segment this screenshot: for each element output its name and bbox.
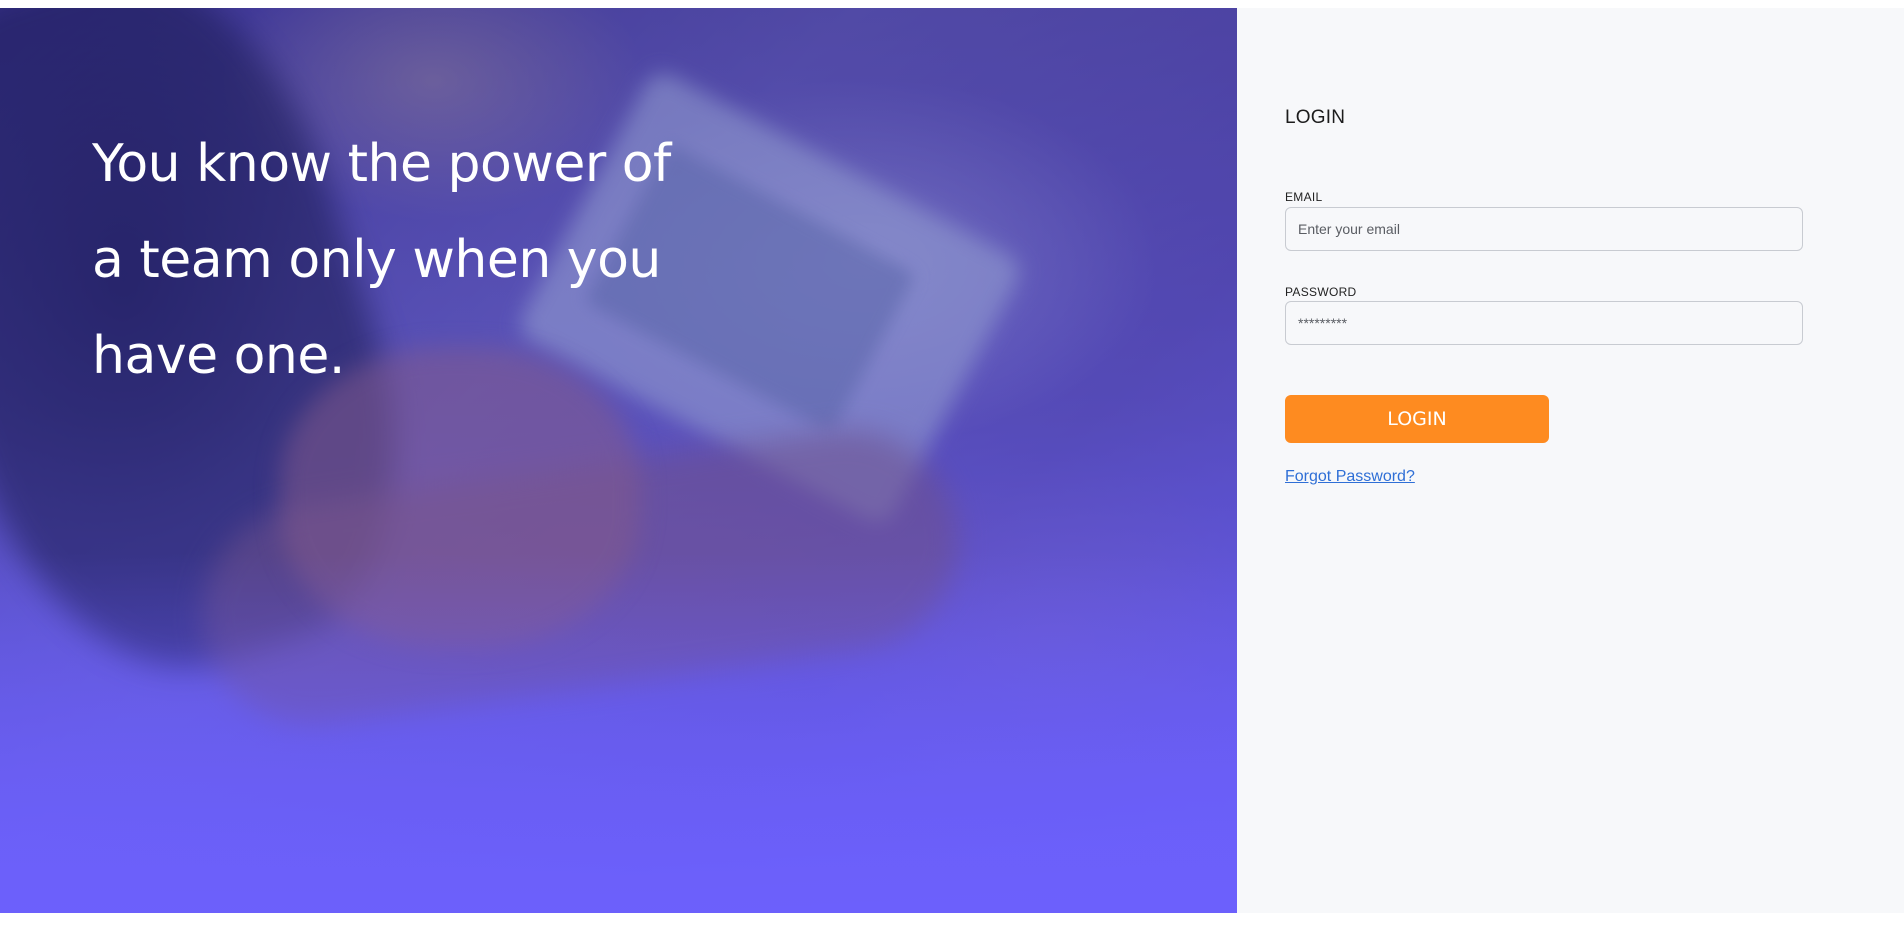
login-button[interactable]: LOGIN <box>1285 395 1549 443</box>
tagline-line-2: a team only when you <box>92 230 661 290</box>
login-form-panel: LOGIN EMAIL PASSWORD LOGIN Forgot Passwo… <box>1237 8 1904 913</box>
tagline-line-3: have one. <box>92 326 345 386</box>
login-page: You know the power of a team only when yo… <box>0 8 1904 913</box>
hero-gradient-overlay <box>0 553 1237 913</box>
login-heading: LOGIN <box>1285 107 1346 128</box>
hero-tagline: You know the power of a team only when yo… <box>92 116 732 404</box>
tagline-line-1: You know the power of <box>92 134 671 194</box>
password-label: PASSWORD <box>1285 285 1357 299</box>
hero-image-panel: You know the power of a team only when yo… <box>0 8 1237 913</box>
email-label: EMAIL <box>1285 190 1323 204</box>
email-field[interactable] <box>1285 207 1803 251</box>
forgot-password-link[interactable]: Forgot Password? <box>1285 468 1415 486</box>
password-field[interactable] <box>1285 301 1803 345</box>
